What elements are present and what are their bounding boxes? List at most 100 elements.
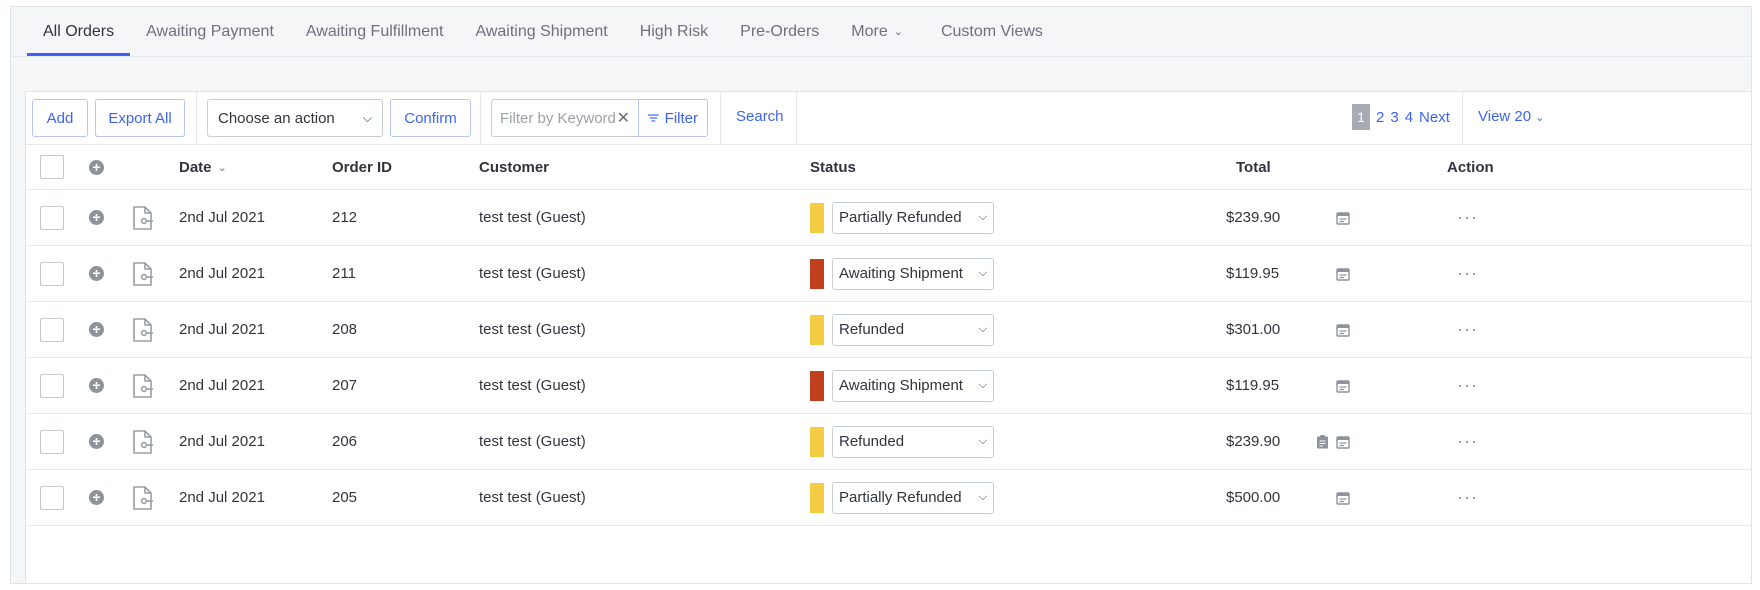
expand-row-icon[interactable]: + [89,434,104,449]
customer-name[interactable]: test test (Guest) [479,470,586,525]
more-actions-icon[interactable]: ··· [1457,487,1478,508]
tab-pre-orders[interactable]: Pre-Orders [724,7,835,56]
search-link[interactable]: Search [736,108,784,125]
order-details-link[interactable] [132,302,154,357]
expand-row-icon[interactable]: + [89,490,104,505]
next-page-link[interactable]: Next [1419,109,1450,126]
order-date-icon[interactable] [1336,470,1350,525]
tab-label: High Risk [639,23,709,40]
more-actions-icon[interactable]: ··· [1457,207,1478,228]
page-link-4[interactable]: 4 [1405,109,1413,126]
customer-name[interactable]: test test (Guest) [479,246,586,301]
row-checkbox[interactable] [40,373,64,398]
confirm-label: Confirm [404,109,457,127]
status-color-swatch [810,314,824,345]
row-checkbox[interactable] [40,317,64,342]
order-status-select[interactable]: Partially Refunded ⌵ [832,481,994,514]
chevron-down-icon: ⌵ [978,267,987,279]
order-id[interactable]: 208 [332,302,357,357]
order-date-icon[interactable] [1336,358,1350,413]
order-status-select[interactable]: Partially Refunded ⌵ [832,201,994,234]
order-document-icon [133,261,153,286]
clear-icon[interactable]: ✕ [617,108,630,128]
customer-name[interactable]: test test (Guest) [479,358,586,413]
table-row: +2nd Jul 2021 206 test test (Guest) Refunde… [26,414,1751,470]
more-actions-icon[interactable]: ··· [1457,431,1478,452]
pagination: 1 2 3 4 Next [1352,104,1450,130]
order-id[interactable]: 206 [332,414,357,469]
more-actions-icon[interactable]: ··· [1457,319,1478,340]
filter-button[interactable]: Filter [638,99,708,137]
page-link-2[interactable]: 2 [1376,109,1384,126]
tab-custom-views[interactable]: Custom Views [925,7,1059,56]
bulk-action-select[interactable]: Choose an action ⌵ [207,99,383,137]
order-details-link[interactable] [132,246,154,301]
calendar-icon [1336,323,1350,337]
status-color-swatch [810,258,824,289]
keyword-filter-input[interactable]: Filter by Keyword ✕ [491,99,639,137]
total-column-header: Total [1236,145,1271,189]
add-button[interactable]: Add [32,99,88,137]
page-link-3[interactable]: 3 [1390,109,1398,126]
customer-name[interactable]: test test (Guest) [479,414,586,469]
row-checkbox[interactable] [40,485,64,510]
header-label: Date [179,158,212,176]
note-icon [1317,434,1328,448]
toolbar-divider [720,92,721,145]
tab-awaiting-payment[interactable]: Awaiting Payment [130,7,290,56]
table-row: +2nd Jul 2021 205 test test (Guest) Partial… [26,470,1751,526]
table-row: +2nd Jul 2021 207 test test (Guest) Awaitin… [26,358,1751,414]
tab-awaiting-fulfillment[interactable]: Awaiting Fulfillment [290,7,460,56]
select-all-checkbox[interactable] [40,155,64,179]
customer-name[interactable]: test test (Guest) [479,190,586,245]
tab-awaiting-shipment[interactable]: Awaiting Shipment [459,7,623,56]
search-label: Search [736,108,784,125]
status-color-swatch [810,482,824,513]
expand-all-icon[interactable]: + [89,159,104,175]
date-column-header[interactable]: Date ⌄ [179,145,227,189]
customer-name[interactable]: test test (Guest) [479,302,586,357]
page-current[interactable]: 1 [1352,104,1370,130]
expand-row-icon[interactable]: + [89,322,104,337]
order-date-icon[interactable] [1336,246,1350,301]
order-id[interactable]: 211 [332,246,356,301]
order-date: 2nd Jul 2021 [179,433,265,450]
tab-all-orders[interactable]: All Orders [27,7,131,56]
order-status-select[interactable]: Awaiting Shipment ⌵ [832,257,994,290]
expand-row-icon[interactable]: + [89,378,104,393]
order-status-select[interactable]: Refunded ⌵ [832,313,994,346]
more-actions-icon[interactable]: ··· [1457,375,1478,396]
order-id[interactable]: 207 [332,358,357,413]
order-details-link[interactable] [132,358,154,413]
export-all-label: Export All [108,109,172,127]
order-id[interactable]: 212 [332,190,357,245]
order-tabs: All Orders Awaiting Payment Awaiting Ful… [11,7,1751,57]
confirm-button[interactable]: Confirm [390,99,471,137]
add-button-label: Add [46,109,74,127]
expand-row-icon[interactable]: + [89,210,104,225]
more-actions-icon[interactable]: ··· [1457,263,1478,284]
order-date-icon[interactable] [1336,414,1350,469]
order-status-select[interactable]: Refunded ⌵ [832,425,994,458]
order-date-icon[interactable] [1336,190,1350,245]
order-details-link[interactable] [132,414,154,469]
expand-row-icon[interactable]: + [89,266,104,281]
order-id[interactable]: 205 [332,470,357,525]
tab-more[interactable]: More ⌄ [835,7,919,56]
row-checkbox[interactable] [40,205,64,230]
table-row: +2nd Jul 2021 211 test test (Guest) Awaitin… [26,246,1751,302]
order-total: $239.90 [1226,209,1281,226]
export-all-button[interactable]: Export All [95,99,185,137]
tab-label: Awaiting Shipment [475,23,608,40]
order-details-link[interactable] [132,470,154,525]
order-date-icon[interactable] [1336,302,1350,357]
order-status-select[interactable]: Awaiting Shipment ⌵ [832,369,994,402]
order-details-link[interactable] [132,190,154,245]
order-note[interactable] [1316,414,1329,469]
header-label: Customer [479,158,550,176]
tab-label: Awaiting Payment [146,23,274,40]
tab-high-risk[interactable]: High Risk [624,7,724,56]
row-checkbox[interactable] [40,261,64,286]
view-count-dropdown[interactable]: View 20 ⌄ [1478,108,1544,125]
row-checkbox[interactable] [40,429,64,454]
